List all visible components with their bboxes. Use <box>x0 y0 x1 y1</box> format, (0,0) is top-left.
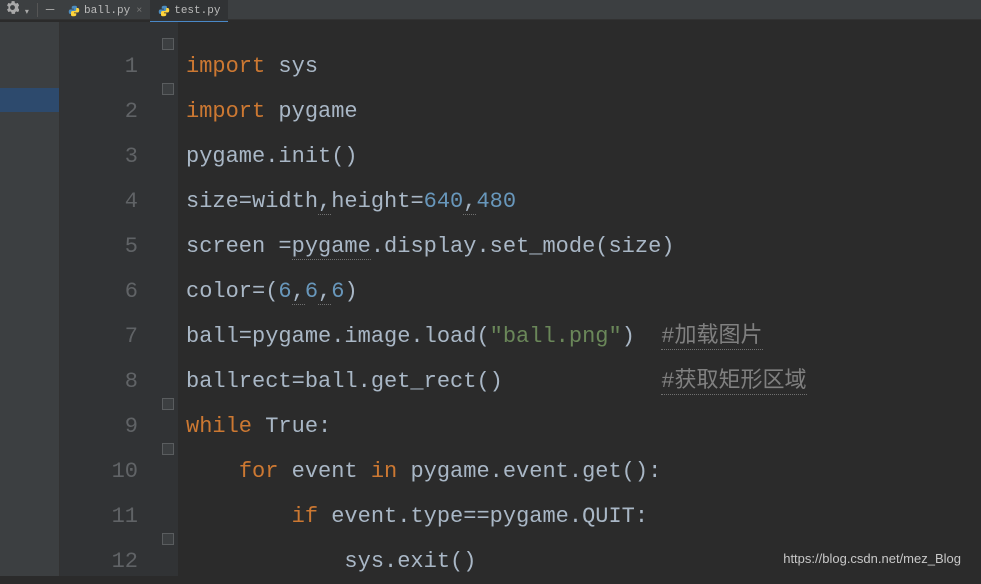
code-line: size=width,height=640,480 <box>186 179 981 224</box>
line-number: 11 <box>60 494 138 539</box>
tab-test-py[interactable]: test.py <box>150 0 228 22</box>
gear-icon[interactable]: ▾ <box>6 1 29 18</box>
code-line: for event in pygame.event.get(): <box>186 449 981 494</box>
code-line: if event.type==pygame.QUIT: <box>186 494 981 539</box>
line-number: 5 <box>60 224 138 269</box>
code-line: ballrect=ball.get_rect() #获取矩形区域 <box>186 359 981 404</box>
code-line: import pygame <box>186 89 981 134</box>
watermark: https://blog.csdn.net/mez_Blog <box>783 551 961 566</box>
tab-bar: ball.py × test.py <box>60 0 228 22</box>
close-icon[interactable]: × <box>136 6 142 17</box>
line-number: 8 <box>60 359 138 404</box>
code-line: import sys <box>186 44 981 89</box>
line-number: 2 <box>60 89 138 134</box>
tab-label: ball.py <box>84 5 130 17</box>
fold-toggle-icon[interactable] <box>162 398 174 410</box>
line-number: 12 <box>60 539 138 584</box>
line-number: 10 <box>60 449 138 494</box>
fold-toggle-icon[interactable] <box>162 38 174 50</box>
code-line: screen =pygame.display.set_mode(size) <box>186 224 981 269</box>
fold-toggle-icon[interactable] <box>162 533 174 545</box>
tab-ball-py[interactable]: ball.py × <box>60 0 150 22</box>
minimize-icon[interactable]: — <box>46 2 54 18</box>
tab-label: test.py <box>174 5 220 17</box>
main-area: 1 2 3 4 5 6 7 8 9 10 11 12 import sys im… <box>0 22 981 576</box>
python-file-icon <box>68 5 80 17</box>
code-line: ball=pygame.image.load("ball.png") #加载图片 <box>186 314 981 359</box>
line-number: 6 <box>60 269 138 314</box>
fold-toggle-icon[interactable] <box>162 83 174 95</box>
line-number: 7 <box>60 314 138 359</box>
panel-selection <box>0 88 59 112</box>
line-number: 4 <box>60 179 138 224</box>
toolbar-divider <box>37 3 38 17</box>
code-line: color=(6,6,6) <box>186 269 981 314</box>
code-line: pygame.init() <box>186 134 981 179</box>
fold-column <box>160 22 178 576</box>
line-number: 3 <box>60 134 138 179</box>
python-file-icon <box>158 5 170 17</box>
line-number: 1 <box>60 44 138 89</box>
code-line: while True: <box>186 404 981 449</box>
fold-toggle-icon[interactable] <box>162 443 174 455</box>
line-number-gutter: 1 2 3 4 5 6 7 8 9 10 11 12 <box>60 22 160 576</box>
line-number: 9 <box>60 404 138 449</box>
code-content[interactable]: import sys import pygame pygame.init() s… <box>178 22 981 576</box>
code-editor[interactable]: 1 2 3 4 5 6 7 8 9 10 11 12 import sys im… <box>60 22 981 576</box>
project-panel[interactable] <box>0 22 60 576</box>
